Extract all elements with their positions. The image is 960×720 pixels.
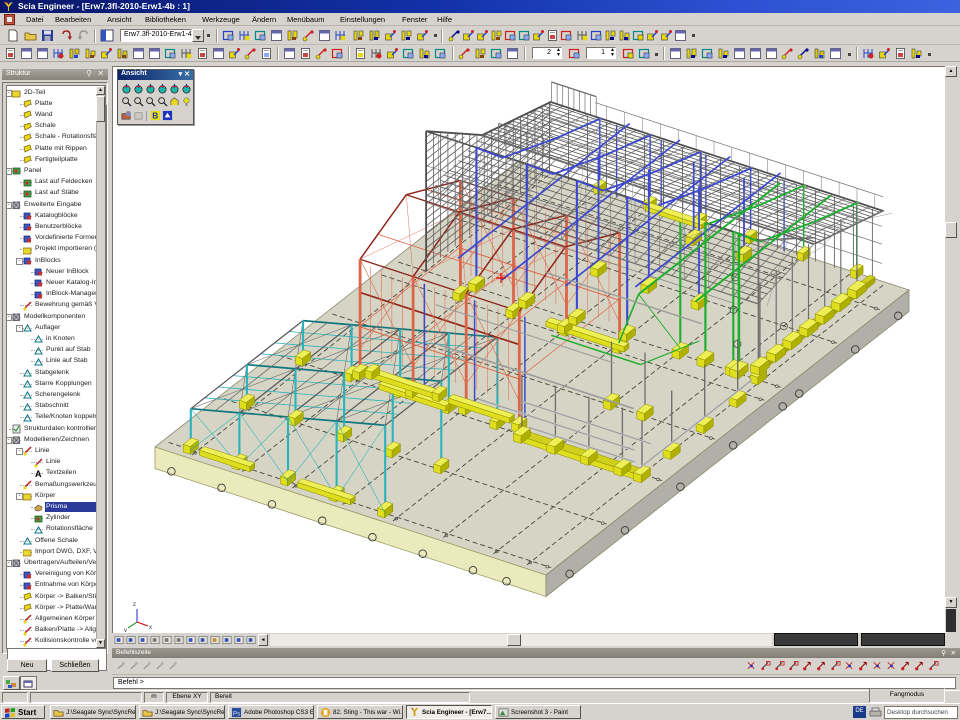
svg-text:Ps: Ps	[233, 710, 240, 717]
svg-text:y: y	[124, 628, 127, 632]
svg-text:z: z	[133, 602, 136, 608]
svg-text:B: B	[152, 112, 158, 121]
svg-text:x: x	[149, 625, 152, 631]
svg-text:A: A	[35, 469, 42, 479]
